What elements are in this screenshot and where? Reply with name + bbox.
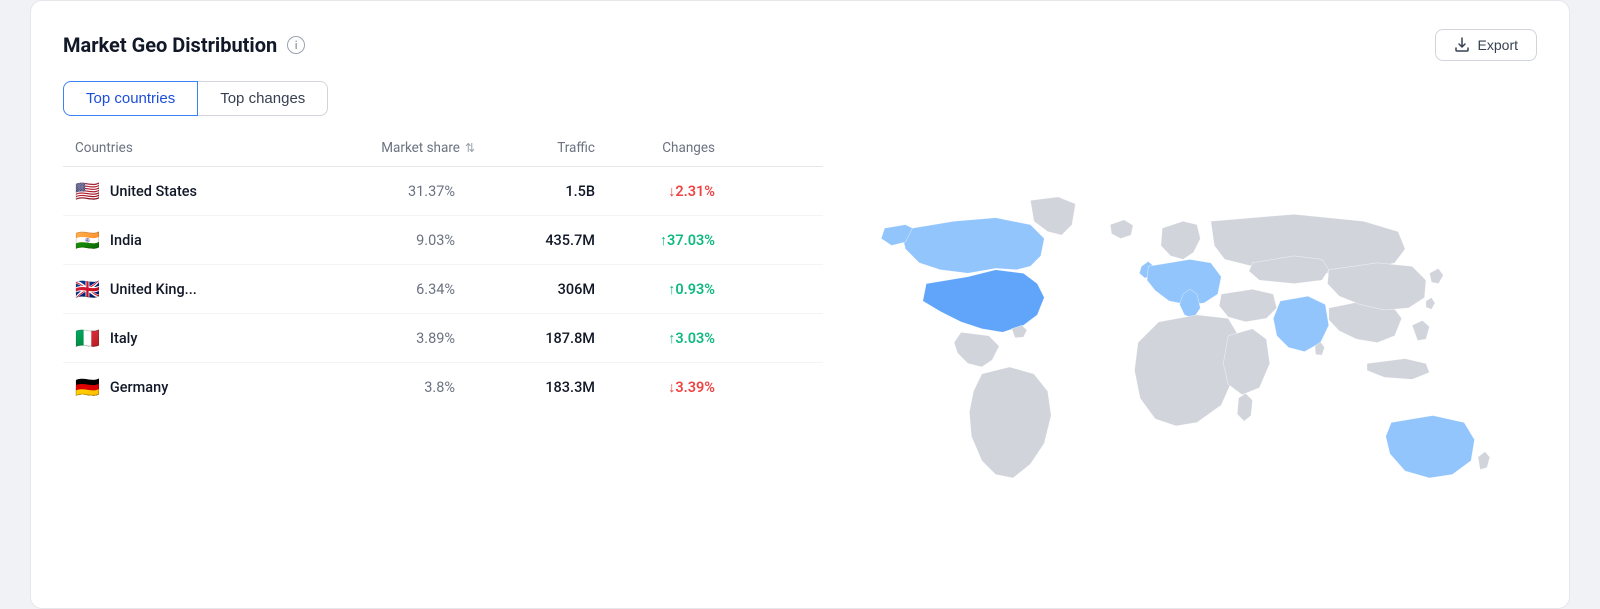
export-button[interactable]: Export <box>1435 29 1537 61</box>
africa-path <box>1134 315 1238 426</box>
card-title: Market Geo Distribution <box>63 33 277 57</box>
tab-top-countries[interactable]: Top countries <box>63 81 198 116</box>
data-table: Countries Market share ⇅ Traffic Changes… <box>63 140 823 580</box>
east-africa-path <box>1223 329 1269 395</box>
table-header: Countries Market share ⇅ Traffic Changes <box>63 140 823 167</box>
country-name: United King... <box>110 281 197 298</box>
th-changes: Changes <box>595 140 715 156</box>
country-cell: 🇮🇹 Italy <box>75 328 295 348</box>
table-row: 🇺🇸 United States 31.37% 1.5B ↓2.31% <box>63 167 823 216</box>
iceland-path <box>1110 220 1133 239</box>
table-row: 🇩🇪 Germany 3.8% 183.3M ↓3.39% <box>63 363 823 411</box>
greenland-path <box>1030 197 1075 235</box>
country-flag: 🇬🇧 <box>75 279 100 299</box>
th-countries: Countries <box>75 140 295 156</box>
traffic-value: 183.3M <box>475 379 595 396</box>
china-path <box>1327 263 1426 310</box>
world-map-section <box>823 140 1537 580</box>
country-flag: 🇩🇪 <box>75 377 100 397</box>
market-share-value: 3.8% <box>295 379 475 396</box>
country-cell: 🇺🇸 United States <box>75 181 295 201</box>
canada-path <box>902 218 1044 274</box>
australia-path <box>1386 416 1475 478</box>
country-flag: 🇮🇹 <box>75 328 100 348</box>
th-traffic: Traffic <box>475 140 595 156</box>
table-row: 🇮🇳 India 9.03% 435.7M ↑37.03% <box>63 216 823 265</box>
taiwan-path <box>1426 298 1435 310</box>
country-flag: 🇮🇳 <box>75 230 100 250</box>
table-row: 🇮🇹 Italy 3.89% 187.8M ↑3.03% <box>63 314 823 363</box>
usa-path <box>923 270 1044 332</box>
indonesia-path <box>1367 359 1429 380</box>
main-content: Countries Market share ⇅ Traffic Changes… <box>63 140 1537 580</box>
card-header: Market Geo Distribution i Export <box>63 29 1537 61</box>
export-icon <box>1454 37 1470 53</box>
mexico-path <box>954 332 999 367</box>
traffic-value: 306M <box>475 281 595 298</box>
country-flag: 🇺🇸 <box>75 181 100 201</box>
country-cell: 🇮🇳 India <box>75 230 295 250</box>
th-market-share: Market share ⇅ <box>295 140 475 156</box>
market-share-value: 3.89% <box>295 330 475 347</box>
change-value: ↑3.03% <box>595 330 715 347</box>
market-share-value: 31.37% <box>295 183 475 200</box>
market-share-value: 9.03% <box>295 232 475 249</box>
market-geo-distribution-card: Market Geo Distribution i Export Top cou… <box>30 0 1570 609</box>
south-america-path <box>969 367 1051 478</box>
title-group: Market Geo Distribution i <box>63 33 305 57</box>
tab-group: Top countries Top changes <box>63 81 1537 116</box>
scandinavia-path <box>1161 221 1201 259</box>
change-value: ↑37.03% <box>595 232 715 249</box>
info-icon[interactable]: i <box>287 36 305 54</box>
sort-icon[interactable]: ⇅ <box>465 141 475 155</box>
middle-east-path <box>1219 289 1277 322</box>
market-share-value: 6.34% <box>295 281 475 298</box>
philippines-path <box>1412 320 1429 340</box>
country-name: Germany <box>110 379 168 396</box>
world-map <box>843 140 1537 580</box>
traffic-value: 187.8M <box>475 330 595 347</box>
table-body: 🇺🇸 United States 31.37% 1.5B ↓2.31% 🇮🇳 I… <box>63 167 823 411</box>
change-value: ↓3.39% <box>595 379 715 396</box>
change-value: ↓2.31% <box>595 183 715 200</box>
tab-top-changes[interactable]: Top changes <box>198 81 328 116</box>
country-cell: 🇬🇧 United King... <box>75 279 295 299</box>
nz-path <box>1478 452 1490 470</box>
traffic-value: 435.7M <box>475 232 595 249</box>
country-name: Italy <box>110 330 138 347</box>
japan-path <box>1429 268 1443 283</box>
table-row: 🇬🇧 United King... 6.34% 306M ↑0.93% <box>63 265 823 314</box>
madagascar-path <box>1237 393 1252 421</box>
country-name: India <box>110 232 142 249</box>
country-name: United States <box>110 183 197 200</box>
traffic-value: 1.5B <box>475 183 595 200</box>
country-cell: 🇩🇪 Germany <box>75 377 295 397</box>
change-value: ↑0.93% <box>595 281 715 298</box>
